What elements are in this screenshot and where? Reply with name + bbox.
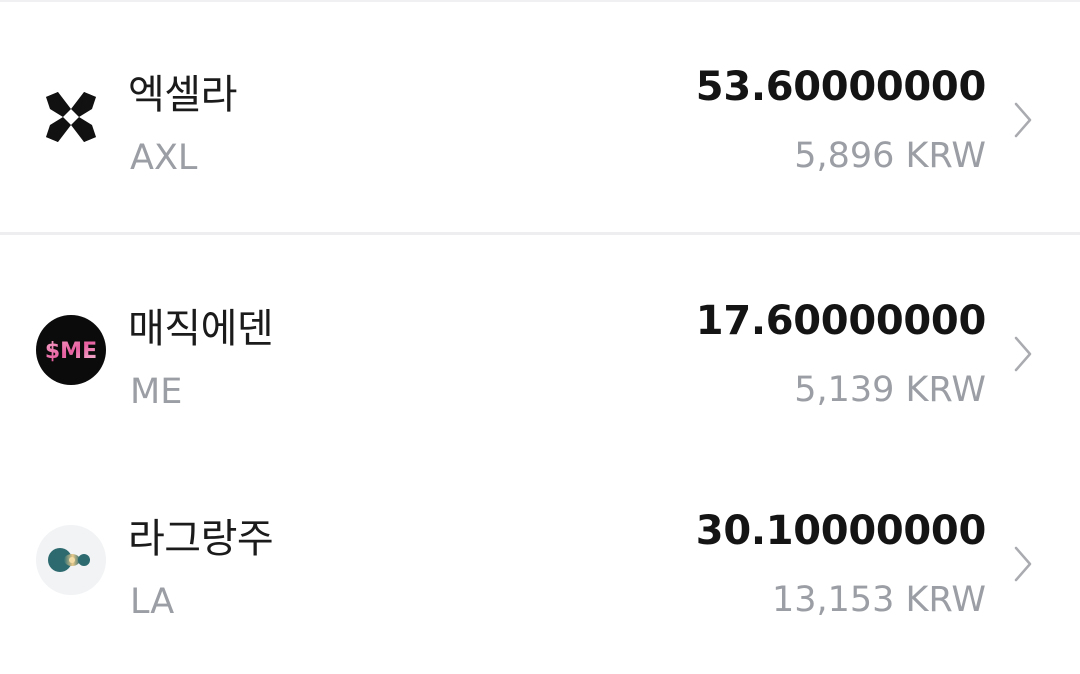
asset-row-axl[interactable]: 엑셀라 AXL 53.60000000 5,896 KRW bbox=[0, 36, 1080, 206]
axelar-logo-icon bbox=[36, 82, 106, 152]
asset-amount: 17.60000000 bbox=[695, 298, 987, 344]
asset-krw-value: 13,153 KRW bbox=[771, 580, 986, 620]
asset-name: 매직에덴 bbox=[128, 306, 274, 352]
section-divider bbox=[0, 232, 1080, 235]
chevron-right-icon bbox=[1008, 334, 1038, 374]
chevron-right-icon bbox=[1008, 100, 1038, 140]
asset-symbol: AXL bbox=[130, 138, 198, 178]
asset-name: 라그랑주 bbox=[128, 516, 274, 562]
top-divider bbox=[0, 0, 1080, 2]
magic-eden-logo-icon: $ME bbox=[36, 315, 106, 385]
asset-row-la[interactable]: 라그랑주 LA 30.10000000 13,153 KRW bbox=[0, 480, 1080, 650]
chevron-right-icon bbox=[1008, 544, 1038, 584]
asset-symbol: ME bbox=[130, 372, 183, 412]
asset-symbol: LA bbox=[130, 582, 175, 622]
asset-krw-value: 5,896 KRW bbox=[794, 136, 986, 176]
asset-row-me[interactable]: $ME 매직에덴 ME 17.60000000 5,139 KRW bbox=[0, 270, 1080, 440]
lagrange-logo-icon bbox=[36, 525, 106, 595]
svg-text:$ME: $ME bbox=[45, 339, 97, 364]
asset-amount: 30.10000000 bbox=[695, 508, 987, 554]
asset-krw-value: 5,139 KRW bbox=[794, 370, 986, 410]
asset-name: 엑셀라 bbox=[128, 72, 237, 118]
asset-amount: 53.60000000 bbox=[695, 64, 987, 110]
